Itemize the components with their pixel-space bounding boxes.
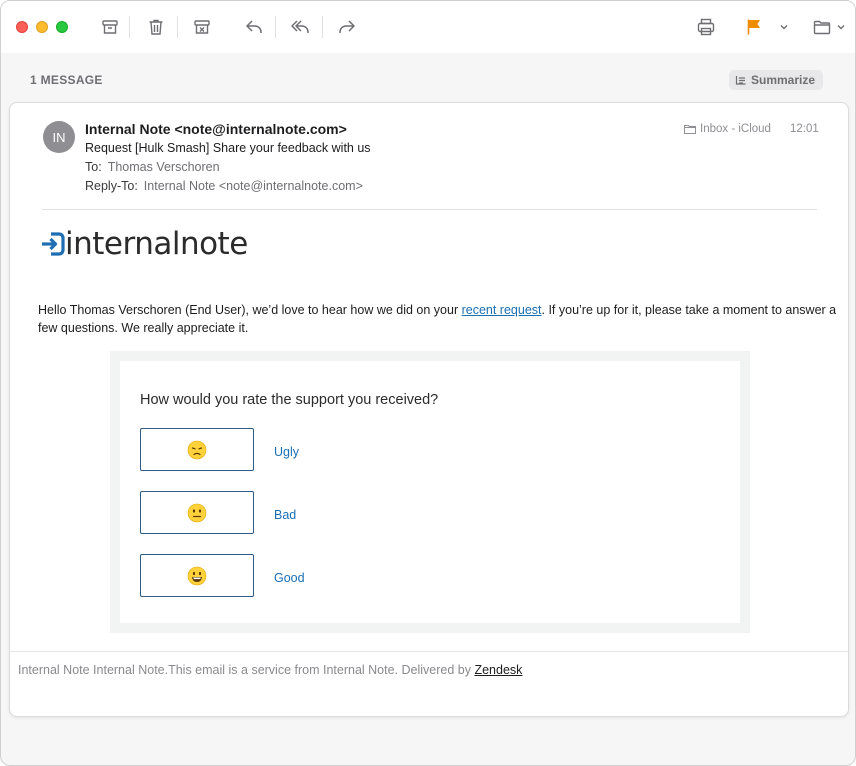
rate-ugly-button[interactable]: [140, 428, 254, 471]
folder-icon: [684, 125, 696, 134]
to-row: To: Thomas Verschoren: [85, 160, 220, 174]
sender[interactable]: Internal Note <note@internalnote.com>: [85, 121, 347, 137]
neutral-face-icon: [187, 503, 207, 522]
header-divider: [42, 209, 817, 210]
summarize-label: Summarize: [751, 73, 816, 87]
thread-header: 1 MESSAGE Summarize: [1, 53, 855, 103]
forward-icon[interactable]: [334, 14, 360, 40]
zendesk-link[interactable]: Zendesk: [474, 663, 522, 677]
rate-good-label[interactable]: Good: [274, 571, 305, 585]
rate-ugly-label[interactable]: Ugly: [274, 445, 299, 459]
close-window-button[interactable]: [16, 21, 28, 33]
intro-text: Hello Thomas Verschoren (End User), we’d…: [38, 303, 462, 317]
mailbox-name: Inbox - iCloud: [700, 123, 771, 135]
subject: Request [Hulk Smash] Share your feedback…: [85, 141, 371, 155]
smile-face-icon: [187, 566, 207, 585]
archive-icon[interactable]: [97, 14, 123, 40]
sad-face-icon: [187, 440, 207, 459]
flag-menu-chevron-down-icon[interactable]: [778, 19, 790, 35]
message-count: 1 MESSAGE: [30, 73, 103, 87]
logo-text: internalnote: [65, 226, 248, 262]
toolbar-separator: [177, 16, 178, 38]
zoom-window-button[interactable]: [56, 21, 68, 33]
toolbar-separator: [322, 16, 323, 38]
print-icon[interactable]: [693, 14, 719, 40]
trash-icon[interactable]: [143, 14, 169, 40]
move-menu-chevron-down-icon[interactable]: [835, 19, 847, 35]
recent-request-link[interactable]: recent request: [462, 303, 542, 317]
survey-panel: How would you rate the support you recei…: [110, 351, 750, 633]
email-footer: Internal Note Internal Note.This email i…: [18, 663, 522, 677]
rate-bad-label[interactable]: Bad: [274, 508, 296, 522]
rate-bad-button[interactable]: [140, 491, 254, 534]
toolbar: [1, 1, 855, 53]
mailbox-indicator: Inbox - iCloud: [684, 123, 771, 135]
reply-icon[interactable]: [241, 14, 267, 40]
mail-window: 1 MESSAGE Summarize IN Internal Note <no…: [0, 0, 856, 766]
internalnote-logo: internalnote: [40, 226, 248, 262]
minimize-window-button[interactable]: [36, 21, 48, 33]
rate-good-button[interactable]: [140, 554, 254, 597]
email-intro: Hello Thomas Verschoren (End User), we’d…: [38, 301, 838, 337]
message-card: IN Internal Note <note@internalnote.com>…: [9, 102, 849, 717]
logo-mark-icon: [42, 232, 65, 256]
move-to-folder-icon[interactable]: [809, 14, 835, 40]
footer-divider: [10, 651, 848, 652]
flag-icon[interactable]: [741, 14, 767, 40]
toolbar-separator: [275, 16, 276, 38]
toolbar-separator: [129, 16, 130, 38]
reply-all-icon[interactable]: [287, 14, 313, 40]
reply-to-label: Reply-To:: [85, 179, 138, 193]
to-value[interactable]: Thomas Verschoren: [108, 160, 220, 174]
survey-question: How would you rate the support you recei…: [140, 392, 439, 408]
summarize-icon: [735, 76, 746, 85]
summarize-button[interactable]: Summarize: [729, 70, 824, 90]
message-time: 12:01: [790, 123, 819, 135]
survey-card: How would you rate the support you recei…: [120, 361, 740, 623]
junk-icon[interactable]: [189, 14, 215, 40]
to-label: To:: [85, 160, 102, 174]
reply-to-row: Reply-To: Internal Note <note@internalnot…: [85, 179, 363, 193]
footer-text: Internal Note Internal Note.This email i…: [18, 663, 475, 677]
reply-to-value[interactable]: Internal Note <note@internalnote.com>: [144, 179, 363, 193]
avatar: IN: [43, 121, 75, 153]
